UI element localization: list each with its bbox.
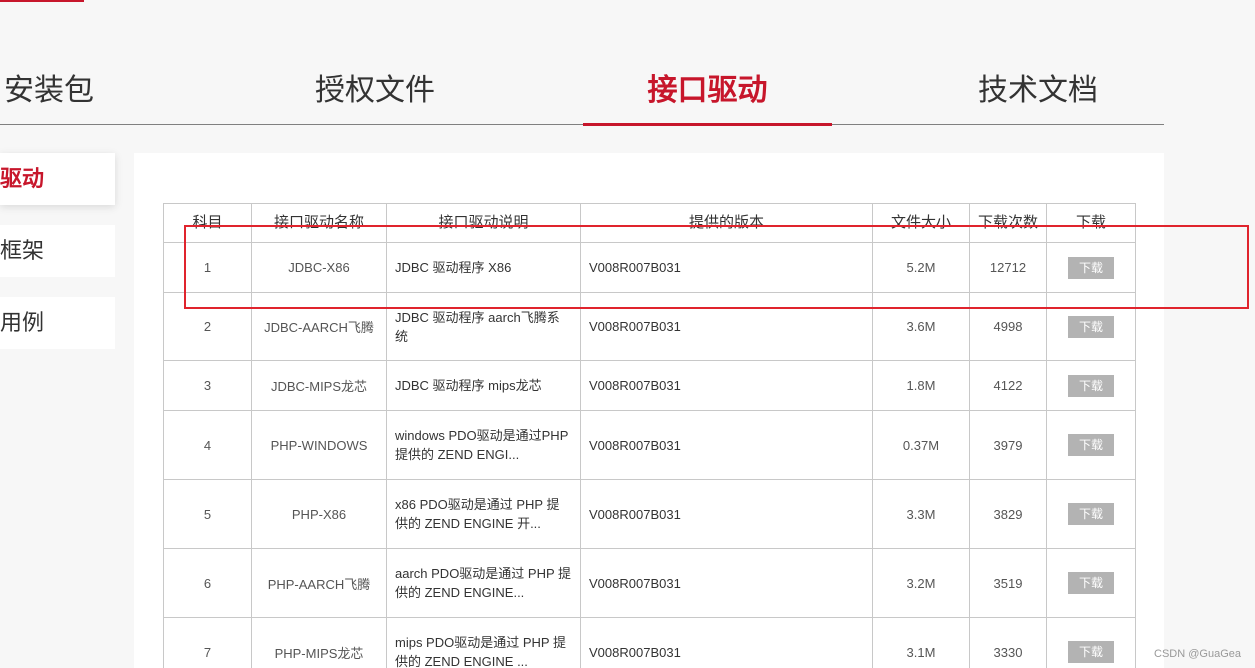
download-button[interactable]: 下载 bbox=[1068, 572, 1114, 594]
driver-name: JDBC-X86 bbox=[251, 242, 387, 293]
driver-version: V008R007B031 bbox=[580, 292, 873, 361]
row-index: 3 bbox=[163, 360, 252, 411]
download-cell: 下载 bbox=[1046, 242, 1136, 293]
table-row: 4 PHP-WINDOWS windows PDO驱动是通过PHP 提供的 ZE… bbox=[163, 410, 1136, 480]
driver-description-text: mips PDO驱动是通过 PHP 提供的 ZEND ENGINE ... bbox=[395, 635, 566, 668]
header-driver-name: 接口驱动名称 bbox=[251, 203, 387, 243]
download-cell: 下载 bbox=[1046, 360, 1136, 411]
table-row: 7 PHP-MIPS龙芯 mips PDO驱动是通过 PHP 提供的 ZEND … bbox=[163, 617, 1136, 668]
download-count: 3519 bbox=[969, 548, 1047, 618]
header-download-count: 下载次数 bbox=[969, 203, 1047, 243]
download-count: 12712 bbox=[969, 242, 1047, 293]
driver-description: JDBC 驱动程序 X86 bbox=[386, 242, 581, 293]
file-size: 1.8M bbox=[872, 360, 970, 411]
table-header-row: 科目 接口驱动名称 接口驱动说明 提供的版本 文件大小 下载次数 下载 bbox=[163, 203, 1136, 243]
driver-description-text: aarch PDO驱动是通过 PHP 提供的 ZEND ENGINE... bbox=[395, 566, 572, 600]
download-cell: 下载 bbox=[1046, 410, 1136, 480]
download-cell: 下载 bbox=[1046, 292, 1136, 361]
category-tabs: 安装包 授权文件 接口驱动 技术文档 bbox=[0, 55, 1164, 126]
file-size: 0.37M bbox=[872, 410, 970, 480]
file-size: 3.1M bbox=[872, 617, 970, 668]
driver-name: PHP-WINDOWS bbox=[251, 410, 387, 480]
table-row: 3 JDBC-MIPS龙芯 JDBC 驱动程序 mips龙芯 V008R007B… bbox=[163, 360, 1136, 411]
table-row: 2 JDBC-AARCH飞腾 JDBC 驱动程序 aarch飞腾系统 V008R… bbox=[163, 292, 1136, 361]
sidebar-item-framework[interactable]: 框架 bbox=[0, 225, 115, 277]
sidebar-item-label: 驱动 bbox=[0, 166, 45, 191]
driver-description: mips PDO驱动是通过 PHP 提供的 ZEND ENGINE ... bbox=[386, 617, 581, 668]
download-cell: 下载 bbox=[1046, 479, 1136, 549]
table-row: 1 JDBC-X86 JDBC 驱动程序 X86 V008R007B031 5.… bbox=[163, 242, 1136, 293]
driver-version: V008R007B031 bbox=[580, 548, 873, 618]
driver-version: V008R007B031 bbox=[580, 410, 873, 480]
driver-description-text: x86 PDO驱动是通过 PHP 提供的 ZEND ENGINE 开... bbox=[395, 497, 560, 531]
file-size: 3.2M bbox=[872, 548, 970, 618]
row-index: 7 bbox=[163, 617, 252, 668]
download-count: 4998 bbox=[969, 292, 1047, 361]
download-count: 3829 bbox=[969, 479, 1047, 549]
driver-description-text: JDBC 驱动程序 mips龙芯 bbox=[395, 378, 542, 393]
download-count: 3979 bbox=[969, 410, 1047, 480]
driver-description-text: JDBC 驱动程序 aarch飞腾系统 bbox=[395, 309, 560, 344]
driver-name: PHP-MIPS龙芯 bbox=[251, 617, 387, 668]
driver-version: V008R007B031 bbox=[580, 360, 873, 411]
header-subject: 科目 bbox=[163, 203, 252, 243]
driver-version: V008R007B031 bbox=[580, 242, 873, 293]
header-driver-description: 接口驱动说明 bbox=[386, 203, 581, 243]
driver-table: 科目 接口驱动名称 接口驱动说明 提供的版本 文件大小 下载次数 下载 1 JD… bbox=[163, 203, 1136, 668]
driver-description: windows PDO驱动是通过PHP 提供的 ZEND ENGI... bbox=[386, 410, 581, 480]
header-download: 下载 bbox=[1046, 203, 1136, 243]
download-cell: 下载 bbox=[1046, 548, 1136, 618]
download-button[interactable]: 下载 bbox=[1068, 434, 1114, 456]
driver-description: JDBC 驱动程序 mips龙芯 bbox=[386, 360, 581, 411]
row-index: 6 bbox=[163, 548, 252, 618]
driver-name: JDBC-AARCH飞腾 bbox=[251, 292, 387, 361]
tab-tech-docs[interactable]: 技术文档 bbox=[952, 55, 1124, 124]
download-count: 3330 bbox=[969, 617, 1047, 668]
driver-name: PHP-X86 bbox=[251, 479, 387, 549]
sidebar-item-label: 框架 bbox=[0, 238, 45, 263]
watermark: CSDN @GuaGea bbox=[1154, 648, 1241, 660]
download-cell: 下载 bbox=[1046, 617, 1136, 668]
driver-description-text: JDBC 驱动程序 X86 bbox=[395, 260, 512, 275]
sidebar-item-driver[interactable]: 驱动 bbox=[0, 153, 115, 205]
tab-interface-driver[interactable]: 接口驱动 bbox=[583, 55, 832, 126]
header-version: 提供的版本 bbox=[580, 203, 873, 243]
tab-installer[interactable]: 安装包 bbox=[4, 55, 94, 124]
driver-name: PHP-AARCH飞腾 bbox=[251, 548, 387, 618]
download-button[interactable]: 下载 bbox=[1068, 503, 1114, 525]
download-button[interactable]: 下载 bbox=[1068, 641, 1114, 663]
table-row: 6 PHP-AARCH飞腾 aarch PDO驱动是通过 PHP 提供的 ZEN… bbox=[163, 548, 1136, 618]
download-count: 4122 bbox=[969, 360, 1047, 411]
table-row: 5 PHP-X86 x86 PDO驱动是通过 PHP 提供的 ZEND ENGI… bbox=[163, 479, 1136, 549]
driver-version: V008R007B031 bbox=[580, 479, 873, 549]
download-button[interactable]: 下载 bbox=[1068, 315, 1114, 338]
driver-version: V008R007B031 bbox=[580, 617, 873, 668]
tab-license[interactable]: 授权文件 bbox=[290, 55, 460, 124]
row-index: 5 bbox=[163, 479, 252, 549]
driver-description: aarch PDO驱动是通过 PHP 提供的 ZEND ENGINE... bbox=[386, 548, 581, 618]
top-accent-bar bbox=[0, 0, 84, 2]
download-button[interactable]: 下载 bbox=[1068, 256, 1114, 279]
file-size: 3.6M bbox=[872, 292, 970, 361]
sidebar-item-label: 用例 bbox=[0, 310, 45, 335]
file-size: 3.3M bbox=[872, 479, 970, 549]
file-size: 5.2M bbox=[872, 242, 970, 293]
driver-description-text: windows PDO驱动是通过PHP 提供的 ZEND ENGI... bbox=[395, 428, 569, 462]
row-index: 4 bbox=[163, 410, 252, 480]
driver-description: x86 PDO驱动是通过 PHP 提供的 ZEND ENGINE 开... bbox=[386, 479, 581, 549]
row-index: 1 bbox=[163, 242, 252, 293]
header-file-size: 文件大小 bbox=[872, 203, 970, 243]
download-button[interactable]: 下载 bbox=[1068, 374, 1114, 397]
sidebar-item-examples[interactable]: 用例 bbox=[0, 297, 115, 349]
row-index: 2 bbox=[163, 292, 252, 361]
driver-name: JDBC-MIPS龙芯 bbox=[251, 360, 387, 411]
driver-description: JDBC 驱动程序 aarch飞腾系统 bbox=[386, 292, 581, 361]
